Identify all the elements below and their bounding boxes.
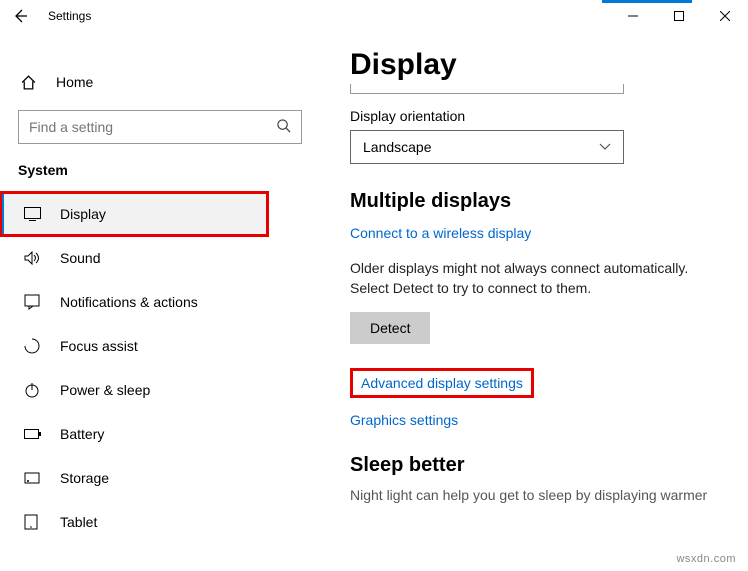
tablet-icon bbox=[24, 514, 42, 530]
sound-icon bbox=[24, 251, 42, 265]
sidebar-home-label: Home bbox=[56, 74, 93, 90]
sidebar-item-tablet[interactable]: Tablet bbox=[0, 500, 320, 544]
storage-icon bbox=[24, 470, 42, 486]
close-button[interactable] bbox=[702, 0, 748, 32]
sidebar-item-label: Sound bbox=[60, 250, 100, 266]
notifications-icon bbox=[24, 294, 42, 310]
sidebar-item-label: Power & sleep bbox=[60, 382, 150, 398]
sidebar-section-label: System bbox=[0, 158, 320, 192]
advanced-display-settings-link[interactable]: Advanced display settings bbox=[350, 368, 534, 398]
sleep-better-heading: Sleep better bbox=[350, 454, 728, 477]
multiple-displays-heading: Multiple displays bbox=[350, 190, 728, 213]
sidebar-item-label: Battery bbox=[60, 426, 104, 442]
focus-assist-icon bbox=[24, 338, 42, 354]
detect-description: Older displays might not always connect … bbox=[350, 259, 710, 298]
home-icon bbox=[20, 74, 38, 91]
collapsed-section-outline bbox=[350, 84, 624, 94]
watermark: wsxdn.com bbox=[676, 553, 736, 565]
sidebar-item-battery[interactable]: Battery bbox=[0, 412, 320, 456]
wireless-display-link[interactable]: Connect to a wireless display bbox=[350, 225, 531, 241]
back-button[interactable] bbox=[12, 8, 44, 24]
sidebar-item-label: Notifications & actions bbox=[60, 294, 198, 310]
sidebar-item-label: Focus assist bbox=[60, 338, 138, 354]
display-icon bbox=[24, 207, 42, 221]
sidebar-item-sound[interactable]: Sound bbox=[0, 236, 320, 280]
page-title: Display bbox=[350, 48, 728, 82]
graphics-settings-link[interactable]: Graphics settings bbox=[350, 412, 458, 428]
sidebar: Home System Display Sound Notifica bbox=[0, 32, 320, 571]
minimize-button[interactable] bbox=[610, 0, 656, 32]
sidebar-item-label: Storage bbox=[60, 470, 109, 486]
sidebar-item-display[interactable]: Display bbox=[0, 192, 268, 236]
orientation-dropdown[interactable]: Landscape bbox=[350, 130, 624, 164]
sidebar-home[interactable]: Home bbox=[0, 62, 320, 102]
search-input[interactable] bbox=[29, 119, 276, 135]
detect-button[interactable]: Detect bbox=[350, 312, 430, 344]
sidebar-item-storage[interactable]: Storage bbox=[0, 456, 320, 500]
sidebar-item-power-sleep[interactable]: Power & sleep bbox=[0, 368, 320, 412]
battery-icon bbox=[24, 428, 42, 440]
orientation-value: Landscape bbox=[363, 139, 432, 155]
sleep-better-text: Night light can help you get to sleep by… bbox=[350, 487, 728, 503]
search-icon bbox=[276, 118, 291, 137]
sidebar-item-label: Display bbox=[60, 206, 106, 222]
content-panel: Display Display orientation Landscape Mu… bbox=[320, 32, 748, 571]
sidebar-item-label: Tablet bbox=[60, 514, 97, 530]
maximize-button[interactable] bbox=[656, 0, 702, 32]
window-title: Settings bbox=[44, 9, 91, 23]
search-box[interactable] bbox=[18, 110, 302, 144]
sidebar-item-focus-assist[interactable]: Focus assist bbox=[0, 324, 320, 368]
sidebar-item-notifications[interactable]: Notifications & actions bbox=[0, 280, 320, 324]
chevron-down-icon bbox=[599, 140, 611, 154]
power-icon bbox=[24, 382, 42, 398]
orientation-label: Display orientation bbox=[350, 108, 728, 124]
